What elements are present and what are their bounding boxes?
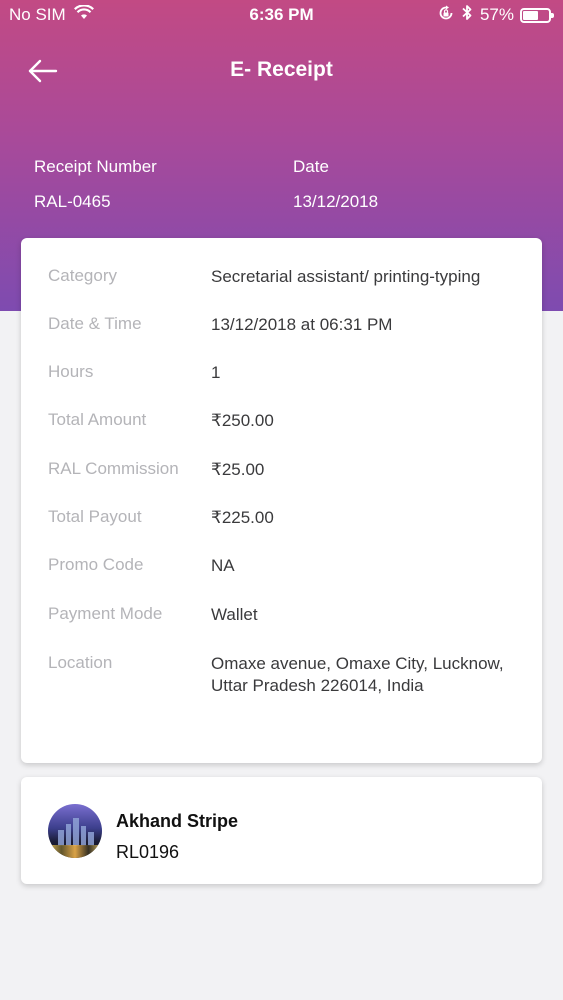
worker-name: Akhand Stripe [116,811,239,831]
avatar [48,804,102,858]
detail-label: Hours [48,362,94,381]
detail-label: Category [48,266,117,285]
detail-value: ₹225.00 [211,508,274,527]
worker-id: RL0196 [116,842,180,862]
detail-label: Promo Code [48,555,144,574]
battery-percent: 57% [479,5,514,24]
worker-card[interactable]: Akhand Stripe RL0196 [21,777,542,884]
status-right: 57% [438,4,554,26]
page-title: E- Receipt [230,58,333,81]
battery-fill [523,10,539,20]
detail-label: Payment Mode [48,604,163,623]
detail-value: Wallet [211,605,258,624]
receipt-number-value: RAL-0465 [34,192,111,211]
receipt-date-value: 13/12/2018 [293,192,379,211]
detail-value: 1 [211,363,221,382]
receipt-number-label: Receipt Number [34,157,157,176]
detail-label: Total Payout [48,507,142,526]
detail-value: Secretarial assistant/ printing-typing [211,267,481,286]
detail-value: Omaxe avenue, Omaxe City, Lucknow, Uttar… [211,654,504,695]
detail-label: Date & Time [48,314,142,333]
detail-label: Location [48,653,113,672]
detail-value: NA [211,556,235,575]
receipt-details-card: Category Secretarial assistant/ printing… [21,238,542,763]
detail-value: ₹250.00 [211,411,274,430]
receipt-date-label: Date [293,157,329,176]
e-receipt-screen: No SIM 6:36 PM 57% E- Receipt Receipt Nu… [0,0,563,1000]
detail-value: 13/12/2018 at 06:31 PM [211,315,393,334]
detail-label: RAL Commission [48,459,179,478]
detail-value: ₹25.00 [211,460,265,479]
battery-icon [520,7,554,23]
bluetooth-icon [462,4,472,26]
rotation-lock-icon [438,5,454,26]
status-bar: No SIM 6:36 PM 57% [0,0,563,30]
detail-label: Total Amount [48,410,147,429]
